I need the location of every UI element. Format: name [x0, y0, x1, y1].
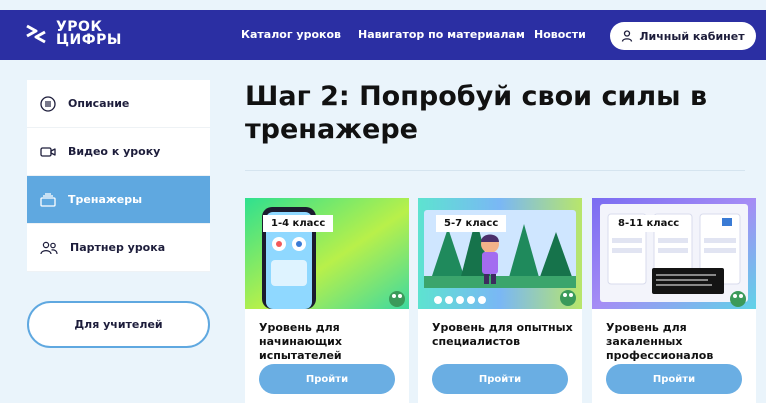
sidebar-item-label: Видео к уроку: [68, 145, 161, 158]
trainer-card-8-11[interactable]: 8-11 класс Уровень для закаленных профес…: [592, 198, 756, 403]
logo-text: УРОК ЦИФРЫ: [56, 20, 122, 48]
card-illustration: 5-7 класс: [418, 198, 582, 309]
start-button[interactable]: Пройти: [259, 364, 395, 394]
lesson-sidebar: Описание Видео к уроку Тренажеры Партнер…: [27, 80, 210, 272]
page-title: Шаг 2: Попробуй свои силы в тренажере: [245, 81, 708, 145]
sidebar-item-label: Партнер урока: [70, 241, 166, 254]
site-logo[interactable]: УРОК ЦИФРЫ: [24, 20, 122, 48]
video-icon: [40, 146, 56, 157]
start-button[interactable]: Пройти: [606, 364, 742, 394]
partner-icon: [40, 241, 58, 254]
sidebar-item-partner[interactable]: Партнер урока: [27, 224, 210, 272]
list-icon: [40, 95, 56, 112]
title-divider: [245, 170, 745, 171]
card-title: Уровень для закаленных профессионалов: [606, 321, 714, 362]
grade-badge: 8-11 класс: [610, 215, 688, 232]
trainer-card-5-7[interactable]: 5-7 класс Уровень для опытных специалист…: [418, 198, 582, 403]
nav-catalog[interactable]: Каталог уроков: [241, 28, 341, 41]
sidebar-item-label: Тренажеры: [68, 193, 143, 206]
card-title: Уровень для опытных специалистов: [432, 321, 573, 348]
logo-mark-icon: [26, 24, 46, 44]
sidebar-item-trainers[interactable]: Тренажеры: [27, 176, 210, 224]
personal-account-label: Личный кабинет: [639, 29, 745, 43]
for-teachers-button[interactable]: Для учителей: [27, 301, 210, 348]
sidebar-item-description[interactable]: Описание: [27, 80, 210, 128]
grade-badge: 1-4 класс: [263, 215, 334, 232]
grade-badge: 5-7 класс: [436, 215, 507, 232]
nav-navigator[interactable]: Навигатор по материалам: [358, 28, 525, 41]
sidebar-item-video[interactable]: Видео к уроку: [27, 128, 210, 176]
nav-news[interactable]: Новости: [534, 28, 586, 41]
user-icon: [622, 30, 633, 42]
personal-account-button[interactable]: Личный кабинет: [610, 22, 756, 50]
card-title: Уровень для начинающих испытателей: [259, 321, 342, 362]
start-button[interactable]: Пройти: [432, 364, 568, 394]
trainer-card-1-4[interactable]: 1-4 класс Уровень для начинающих испытат…: [245, 198, 409, 403]
site-header: УРОК ЦИФРЫ Каталог уроков Навигатор по м…: [0, 10, 766, 60]
sidebar-item-label: Описание: [68, 97, 130, 110]
trainer-icon: [40, 192, 56, 207]
card-illustration: 1-4 класс: [245, 198, 409, 309]
card-illustration: 8-11 класс: [592, 198, 756, 309]
logo-line-2: ЦИФРЫ: [56, 32, 122, 48]
